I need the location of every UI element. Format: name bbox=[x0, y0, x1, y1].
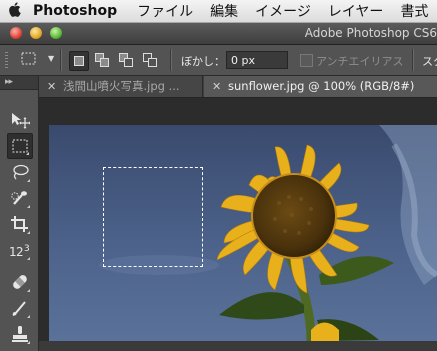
zoom-window-button[interactable] bbox=[50, 27, 62, 39]
minimize-window-button[interactable] bbox=[30, 27, 42, 39]
move-icon bbox=[12, 113, 30, 129]
svg-text:3: 3 bbox=[24, 244, 30, 254]
document-tab-bar: ✕ 浅間山噴火写真.jpg ... ✕ sunflower.jpg @ 100%… bbox=[39, 76, 437, 98]
brush-tool[interactable] bbox=[7, 295, 33, 321]
menu-image[interactable]: イメージ bbox=[255, 1, 311, 21]
window-title: Adobe Photoshop CS6 bbox=[304, 26, 437, 40]
options-bar-grip[interactable] bbox=[5, 52, 8, 68]
subtract-from-selection-button[interactable] bbox=[117, 51, 135, 69]
menu-file[interactable]: ファイル bbox=[137, 1, 193, 21]
workspace-bottom-edge bbox=[39, 341, 437, 351]
options-bar: ▼ ぼかし： 0 px アンチエイリアス スタイル bbox=[0, 45, 437, 76]
svg-text:2: 2 bbox=[16, 245, 24, 259]
tools-panel-header[interactable]: ▸▸ bbox=[0, 76, 38, 90]
rectangular-marquee-tool[interactable] bbox=[7, 133, 33, 159]
move-tool[interactable] bbox=[7, 107, 33, 133]
antialias-label: アンチエイリアス bbox=[316, 55, 404, 68]
tool-preset-dropdown-icon[interactable]: ▼ bbox=[48, 54, 54, 63]
tab-asama-eruption-photo[interactable]: ✕ 浅間山噴火写真.jpg ... bbox=[39, 76, 203, 97]
app-menu-photoshop[interactable]: Photoshop bbox=[33, 3, 117, 19]
ruler-count-tool[interactable]: 123 bbox=[7, 237, 33, 263]
options-divider bbox=[170, 49, 172, 71]
window-title-bar: Adobe Photoshop CS6 bbox=[0, 23, 437, 45]
feather-label: ぼかし： bbox=[181, 55, 225, 68]
close-window-button[interactable] bbox=[10, 27, 22, 39]
close-tab-icon[interactable]: ✕ bbox=[47, 76, 56, 97]
menu-layer[interactable]: レイヤー bbox=[328, 1, 384, 21]
tab-label: 浅間山噴火写真.jpg ... bbox=[63, 79, 180, 93]
quick-selection-tool[interactable] bbox=[7, 185, 33, 211]
menu-bar: Photoshop ファイル 編集 イメージ レイヤー 書式 bbox=[0, 0, 437, 23]
menu-edit[interactable]: 編集 bbox=[210, 1, 238, 21]
feather-input[interactable]: 0 px bbox=[226, 51, 288, 69]
healing-brush-tool[interactable] bbox=[7, 269, 33, 295]
tab-sunflower[interactable]: ✕ sunflower.jpg @ 100% (RGB/8#) bbox=[204, 76, 437, 97]
options-divider bbox=[60, 49, 62, 71]
style-label: スタイル bbox=[422, 55, 437, 68]
crop-tool[interactable] bbox=[7, 211, 33, 237]
tools-panel: ▸▸ 123 bbox=[0, 76, 39, 351]
clone-stamp-tool[interactable] bbox=[7, 321, 33, 347]
lasso-tool[interactable] bbox=[7, 159, 33, 185]
options-divider bbox=[412, 49, 414, 71]
tool-preset-picker[interactable] bbox=[20, 51, 38, 67]
apple-icon[interactable] bbox=[8, 1, 21, 21]
add-to-selection-button[interactable] bbox=[93, 51, 111, 69]
selection-marquee[interactable] bbox=[103, 167, 203, 267]
tab-label: sunflower.jpg @ 100% (RGB/8#) bbox=[228, 79, 415, 93]
close-tab-icon[interactable]: ✕ bbox=[212, 76, 221, 97]
collapse-panel-icon[interactable]: ▸▸ bbox=[5, 77, 13, 87]
new-selection-button[interactable] bbox=[69, 51, 89, 71]
antialias-checkbox[interactable] bbox=[300, 54, 313, 67]
intersect-selection-button[interactable] bbox=[141, 51, 159, 69]
menu-type[interactable]: 書式 bbox=[400, 1, 428, 21]
